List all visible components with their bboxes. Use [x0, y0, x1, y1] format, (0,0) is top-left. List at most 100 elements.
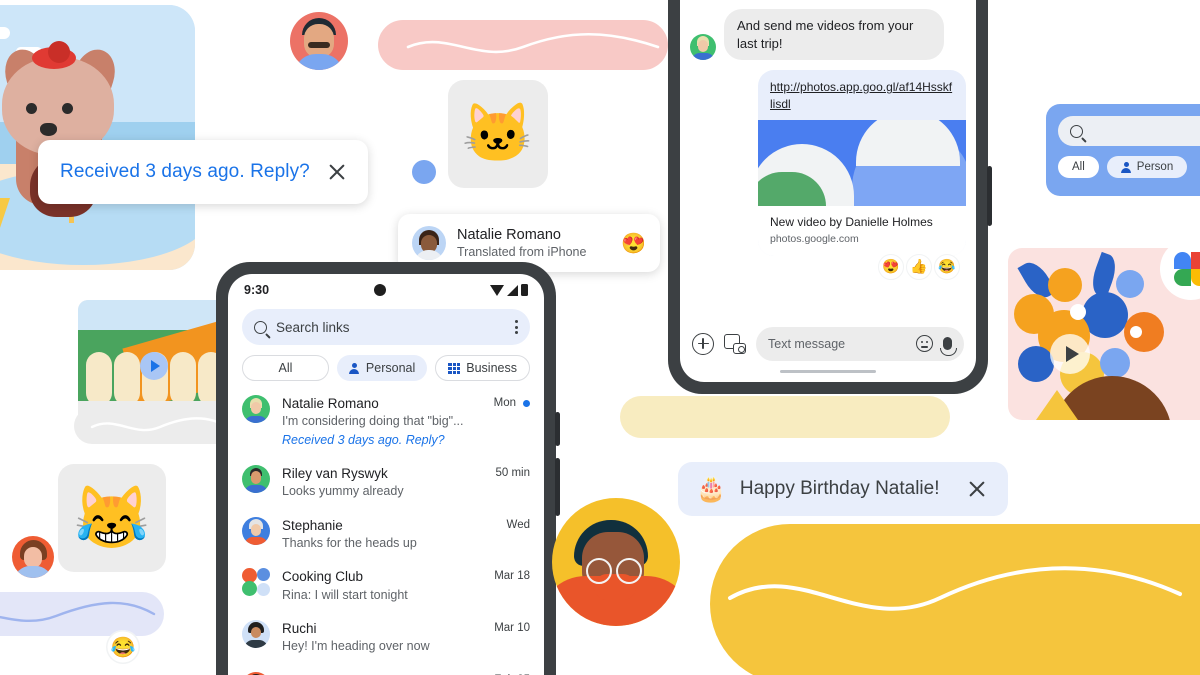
translation-subtitle: Translated from iPhone [457, 244, 587, 259]
birthday-toast[interactable]: 🎂 Happy Birthday Natalie! [678, 462, 1008, 516]
crying-cat-emoji: 😹 [73, 483, 151, 553]
person-icon [1121, 161, 1132, 173]
phone-conversation: Still on for dinner tonight? Yes, excite… [668, 0, 992, 394]
chip-person[interactable]: Person [1106, 156, 1188, 178]
chip-all[interactable]: All [1058, 156, 1099, 178]
search-input[interactable]: Search links [276, 320, 506, 335]
play-icon[interactable] [140, 352, 168, 380]
message-bubble[interactable]: And send me videos from your last trip! [724, 9, 944, 61]
decorative-lavender-bubble [0, 592, 164, 636]
battery-icon [521, 284, 528, 296]
avatar [290, 12, 348, 70]
microphone-icon[interactable] [940, 337, 957, 356]
shared-link-url[interactable]: http://photos.app.goo.gl/af14Hsskflisdl [758, 70, 966, 120]
gallery-icon[interactable] [724, 333, 746, 354]
list-item[interactable]: Daniel Han Feb 25 [228, 664, 544, 675]
add-icon[interactable] [692, 332, 714, 355]
camera-punchhole [373, 284, 386, 296]
message-preview: Looks yummy already [282, 484, 404, 499]
avatar [242, 516, 270, 545]
contact-name: Natalie Romano [457, 226, 561, 243]
heart-eyes-reaction[interactable]: 😍 [878, 253, 904, 280]
avatar [690, 34, 716, 61]
heart-eyes-emoji: 😍 [621, 232, 646, 255]
emoji-icon[interactable] [916, 335, 933, 352]
list-item[interactable]: Ruchi Hey! I'm heading over now Mar 10 [228, 612, 544, 664]
phone-power-button[interactable] [987, 166, 992, 226]
unread-badge [523, 399, 530, 407]
links-search-card: All Person [1046, 104, 1200, 196]
phone-power-button[interactable] [555, 458, 560, 516]
mountain-preview-image[interactable] [758, 119, 966, 206]
filter-chips: All Personal Business [228, 345, 544, 387]
play-icon[interactable] [1050, 334, 1090, 374]
wifi-icon [490, 284, 504, 296]
birthday-toast-text: Happy Birthday Natalie! [739, 478, 940, 499]
sticker-crying-cat[interactable]: 😹 [58, 464, 166, 572]
message-preview: I'm considering doing that "big"... [282, 414, 464, 429]
search-icon [1070, 124, 1083, 138]
thumbs-up-reaction[interactable]: 👍 [906, 253, 932, 280]
timestamp: Mar 10 [494, 622, 530, 634]
avatar [552, 498, 680, 626]
avatar [242, 620, 270, 648]
received-reply-toast[interactable]: Received 3 days ago. Reply? [38, 140, 368, 204]
laughing-emoji: 😂 [110, 636, 136, 659]
status-time: 9:30 [244, 283, 270, 297]
message-preview: Rina: I will start tonight [282, 587, 408, 602]
avatar [12, 536, 54, 578]
laughing-reaction[interactable]: 😂 [934, 253, 960, 280]
chip-all-label: All [278, 361, 293, 375]
list-item[interactable]: Stephanie Thanks for the heads up Wed [228, 509, 544, 561]
search-links-bar[interactable]: Search links [242, 309, 530, 345]
avatar [412, 226, 446, 260]
timestamp: Wed [506, 518, 530, 531]
decorative-blue-dot [412, 160, 436, 184]
logo-petal-yellow [1191, 269, 1200, 286]
chip-all[interactable]: All [242, 355, 329, 381]
decorative-yellow-bubble [620, 396, 950, 438]
contact-name: Natalie Romano [282, 396, 379, 411]
contact-name: Stephanie [282, 517, 343, 533]
close-icon[interactable] [324, 159, 350, 185]
photos-link-card[interactable]: http://photos.app.goo.gl/af14Hsskflisdl … [758, 70, 966, 256]
beach-photo [0, 5, 195, 270]
timestamp: Mon [493, 397, 516, 409]
chip-person-label: Person [1136, 161, 1174, 173]
chip-personal[interactable]: Personal [336, 355, 428, 381]
timestamp: Mar 18 [494, 570, 530, 583]
text-message-input[interactable]: Text message [756, 326, 964, 361]
decorative-pink-bubble [378, 20, 668, 70]
reply-suggestion[interactable]: Received 3 days ago. Reply? [282, 431, 482, 449]
chip-business[interactable]: Business [435, 355, 530, 381]
list-item[interactable]: Natalie Romano I'm considering doing tha… [228, 387, 544, 457]
overflow-menu-icon[interactable] [515, 320, 518, 334]
sticker-cowboy-cat[interactable]: 🐱 [448, 80, 548, 188]
avatar [242, 395, 270, 423]
home-indicator [780, 369, 876, 373]
signal-icon [507, 284, 518, 296]
reaction-row: 😍 👍 😂 [690, 253, 960, 280]
chip-all-label: All [1072, 161, 1085, 173]
laughing-emoji-reaction[interactable]: 😂 [106, 630, 140, 664]
search-icon [254, 320, 267, 334]
logo-petal-green [1174, 269, 1191, 286]
screenshot-canvas: Received 3 days ago. Reply? 🐱 Natalie Ro… [0, 0, 1200, 675]
search-input[interactable] [1058, 116, 1200, 146]
message-preview: Hey! I'm heading over now [282, 639, 430, 654]
chip-business-label: Business [466, 361, 517, 375]
contact-name: Riley van Ryswyk [282, 465, 388, 481]
chip-personal-label: Personal [365, 361, 416, 375]
phone-volume-button[interactable] [555, 412, 560, 446]
birthday-cake-emoji: 🎂 [696, 475, 726, 503]
close-icon[interactable] [964, 476, 990, 502]
logo-petal-red [1191, 252, 1200, 269]
list-item[interactable]: Cooking Club Rina: I will start tonight … [228, 560, 544, 612]
avatar [242, 464, 270, 493]
message-row: http://photos.app.goo.gl/af14Hsskflisdl … [690, 70, 966, 256]
logo-petal-blue [1174, 252, 1191, 269]
message-composer: Text message [680, 317, 976, 367]
decorative-yellow-blob [710, 524, 1200, 675]
list-item[interactable]: Riley van Ryswyk Looks yummy already 50 … [228, 457, 544, 509]
link-title: New video by Danielle Holmes [770, 214, 933, 229]
